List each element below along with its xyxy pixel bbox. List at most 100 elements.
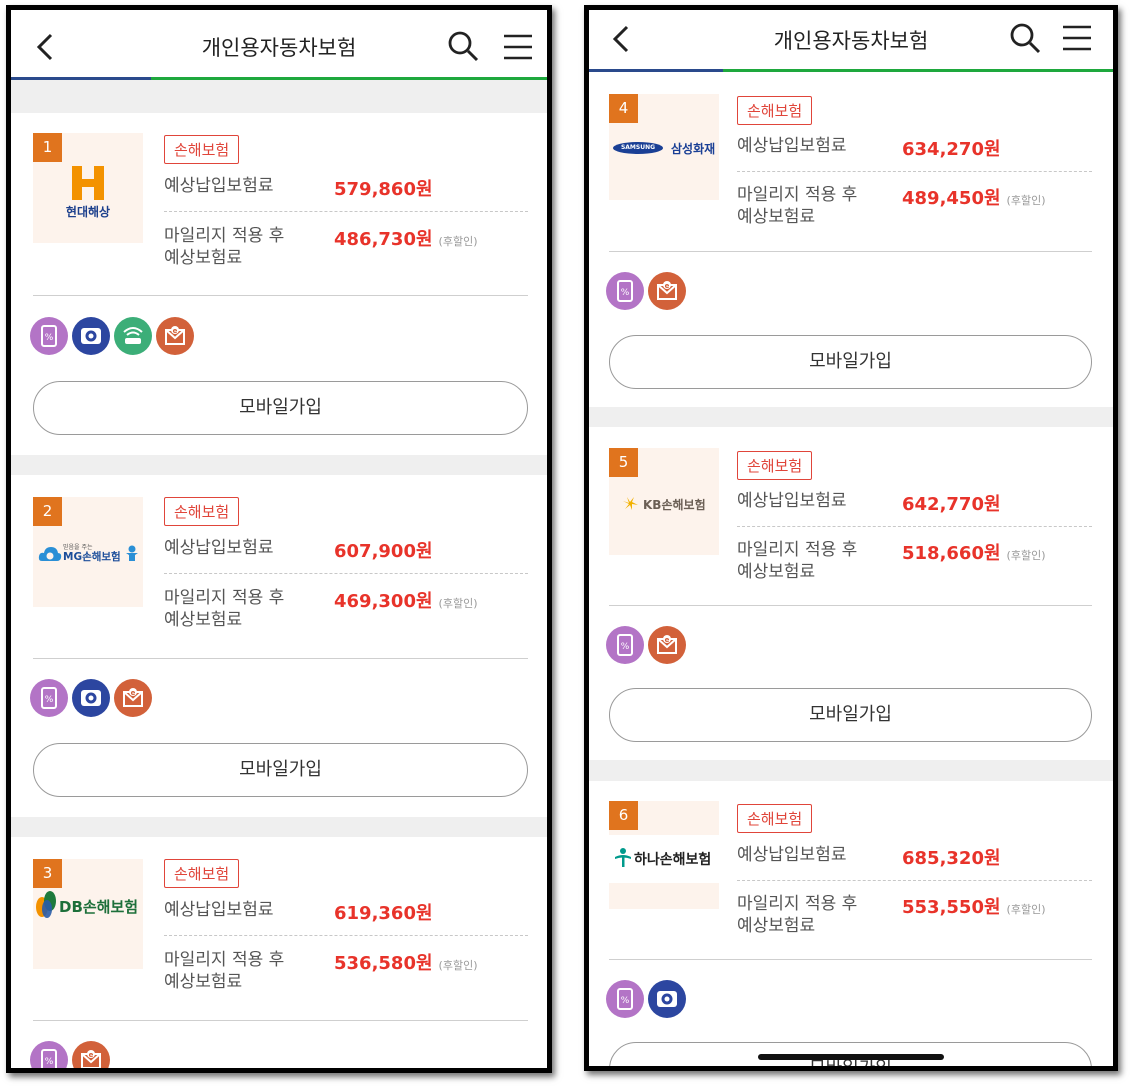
blackbox-icon xyxy=(72,679,110,717)
e-document-icon: e xyxy=(72,1041,110,1068)
mileage-label: 마일리지 적용 후 예상보험료 xyxy=(164,587,284,631)
mileage-price: 486,730원 (후할인) xyxy=(334,225,478,251)
insurer-card: 4 SAMSUNG 삼성화재 손해보험 예상납입보험료 634,270원 마일리… xyxy=(589,72,1113,407)
insurer-name: KB손해보험 xyxy=(643,498,706,512)
premium-value: 579,860원 xyxy=(334,179,433,200)
premium-label: 예상납입보험료 xyxy=(164,176,274,196)
svg-text:e: e xyxy=(173,327,178,335)
hana-logo-icon xyxy=(615,848,631,867)
after-discount-note: (후할인) xyxy=(438,235,478,248)
dashed-divider xyxy=(164,211,528,212)
db-logo-icon xyxy=(36,891,56,918)
rank-badge: 1 xyxy=(33,133,62,162)
svg-text:e: e xyxy=(89,1051,94,1059)
mobile-join-button[interactable]: 모바일가입 xyxy=(33,381,528,435)
app-header: 개인용자동차보험 xyxy=(11,10,547,82)
svg-text:e: e xyxy=(131,689,136,697)
insurer-name: MG손해보험 xyxy=(63,551,121,563)
section-divider xyxy=(11,817,547,837)
mileage-label: 마일리지 적용 후 예상보험료 xyxy=(737,893,857,937)
svg-text:%: % xyxy=(45,695,54,705)
mileage-label-line1: 마일리지 적용 후 xyxy=(737,894,858,914)
mobile-discount-icon: % xyxy=(606,980,644,1018)
insurer-name: 현대해상 xyxy=(65,205,111,219)
card-divider xyxy=(609,605,1092,606)
home-indicator[interactable] xyxy=(758,1054,944,1060)
after-discount-note: (후할인) xyxy=(1006,549,1046,562)
mobile-join-button[interactable]: 모바일가입 xyxy=(33,743,528,797)
section-divider xyxy=(11,455,547,475)
search-icon[interactable] xyxy=(447,30,479,62)
mileage-label-line2: 예상보험료 xyxy=(164,248,243,268)
mobile-join-button[interactable]: 모바일가입 xyxy=(609,688,1092,742)
svg-text:%: % xyxy=(621,642,630,652)
mileage-premium-value: 518,660원 xyxy=(902,543,1001,564)
rank-badge: 4 xyxy=(609,94,638,123)
dashed-divider xyxy=(737,171,1092,172)
feature-icons: % e xyxy=(606,272,686,310)
e-document-icon: e xyxy=(114,679,152,717)
insurer-logo: 4 SAMSUNG 삼성화재 xyxy=(609,94,719,200)
search-icon[interactable] xyxy=(1009,22,1041,54)
insurer-logo: 5 KB손해보험 xyxy=(609,448,719,555)
insurer-logo: 1 현대해상 xyxy=(33,133,143,243)
premium-value: 619,360원 xyxy=(334,903,433,924)
mileage-label-line1: 마일리지 적용 후 xyxy=(737,185,858,205)
dashed-divider xyxy=(164,935,528,936)
svg-text:%: % xyxy=(45,1057,54,1067)
insurer-card: 1 현대해상 손해보험 예상납입보험료 579,860원 마일리지 적용 후 예상… xyxy=(11,113,547,455)
svg-text:e: e xyxy=(665,282,670,290)
premium-value: 607,900원 xyxy=(334,541,433,562)
insurer-logo: 6 하나손해보험 xyxy=(609,801,719,909)
card-divider xyxy=(609,251,1092,252)
dashed-divider xyxy=(737,526,1092,527)
after-discount-note: (후할인) xyxy=(1006,194,1046,207)
kb-star-logo-icon xyxy=(623,497,638,510)
dashed-divider xyxy=(164,573,528,574)
rank-badge: 3 xyxy=(33,859,62,888)
svg-text:%: % xyxy=(621,288,630,298)
insurer-card: 6 하나손해보험 손해보험 예상납입보험료 685,320원 마일리지 적용 후… xyxy=(589,781,1113,1066)
mileage-price: 469,300원 (후할인) xyxy=(334,587,478,613)
feature-icons: % e xyxy=(30,679,152,717)
premium-value: 642,770원 xyxy=(902,494,1001,515)
mobile-join-button[interactable]: 모바일가입 xyxy=(609,335,1092,389)
after-discount-note: (후할인) xyxy=(438,959,478,972)
mileage-price: 553,550원 (후할인) xyxy=(902,893,1046,919)
svg-text:e: e xyxy=(665,636,670,644)
non-life-badge: 손해보험 xyxy=(164,135,240,164)
non-life-badge: 손해보험 xyxy=(164,497,240,526)
card-divider xyxy=(609,959,1092,960)
blackbox-icon xyxy=(72,317,110,355)
hamburger-menu-icon[interactable] xyxy=(503,34,533,60)
mileage-premium-value: 489,450원 xyxy=(902,188,1001,209)
mileage-premium-value: 469,300원 xyxy=(334,591,433,612)
rank-badge: 6 xyxy=(609,801,638,830)
non-life-badge: 손해보험 xyxy=(164,859,240,888)
mascot-icon xyxy=(126,545,138,561)
card-divider xyxy=(33,658,528,659)
e-document-icon: e xyxy=(648,626,686,664)
mileage-label-line1: 마일리지 적용 후 xyxy=(737,540,858,560)
premium-label: 예상납입보험료 xyxy=(737,136,847,156)
mileage-label-line2: 예상보험료 xyxy=(737,916,816,936)
dashed-divider xyxy=(737,880,1092,881)
insurer-card: 3 DB손해보험 손해보험 예상납입보험료 619,360원 마일리지 적용 후… xyxy=(11,837,547,1068)
feature-icons: % e xyxy=(30,1041,110,1068)
insurer-card: 5 KB손해보험 손해보험 예상납입보험료 642,770원 마일리지 적용 후… xyxy=(589,427,1113,760)
hyundai-logo-icon xyxy=(72,166,104,200)
hamburger-menu-icon[interactable] xyxy=(1062,25,1092,51)
premium-value: 685,320원 xyxy=(902,848,1001,869)
non-life-badge: 손해보험 xyxy=(737,451,813,480)
non-life-badge: 손해보험 xyxy=(737,96,813,125)
samsung-brand-mark: SAMSUNG xyxy=(613,142,663,154)
mileage-label-line1: 마일리지 적용 후 xyxy=(164,226,285,246)
insurer-card: 2 믿음을 주는 MG손해보험 손해보험 예상납입보험료 607,900원 마일… xyxy=(11,475,547,817)
mileage-premium-value: 486,730원 xyxy=(334,229,433,250)
premium-label: 예상납입보험료 xyxy=(737,491,847,511)
svg-text:%: % xyxy=(621,996,630,1006)
insurer-logo: 2 믿음을 주는 MG손해보험 xyxy=(33,497,143,607)
blackbox-icon xyxy=(648,980,686,1018)
feature-icons: % e xyxy=(30,317,194,355)
premium-label: 예상납입보험료 xyxy=(737,845,847,865)
